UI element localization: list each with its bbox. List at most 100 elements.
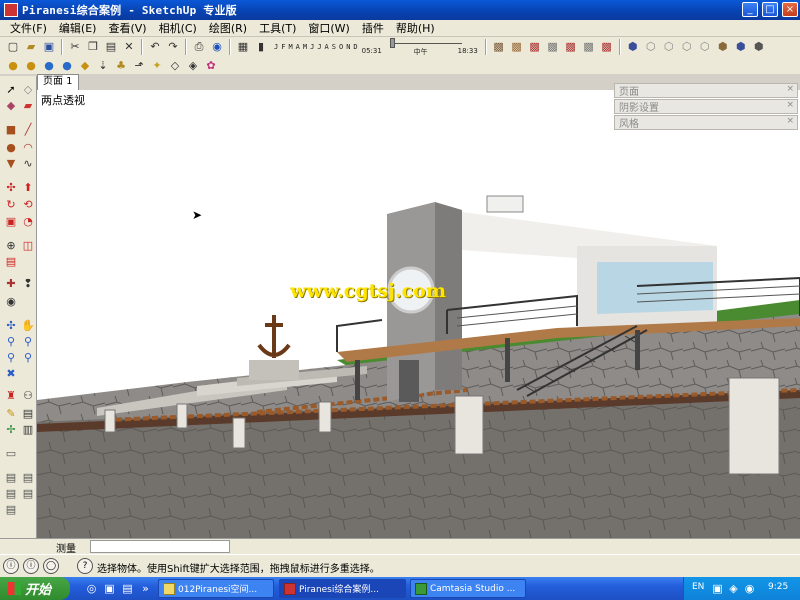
taskbar-item-sketchup[interactable]: Piranesi综合案例... bbox=[279, 579, 406, 598]
volume-icon[interactable]: ◈ bbox=[726, 581, 741, 596]
color-wheel-icon[interactable]: ✿ bbox=[203, 57, 219, 73]
follow-me-icon[interactable]: ⟲ bbox=[20, 197, 36, 213]
gold-icon[interactable]: ● bbox=[5, 57, 21, 73]
close-icon[interactable]: × bbox=[786, 116, 794, 126]
menu-view[interactable]: 查看(V) bbox=[102, 20, 152, 36]
zoom-extents-icon[interactable]: ⚲ bbox=[3, 350, 19, 366]
quicklaunch-expand-icon[interactable]: » bbox=[138, 581, 153, 596]
walk-icon[interactable]: ⚇ bbox=[20, 388, 36, 404]
menu-tools[interactable]: 工具(T) bbox=[253, 20, 302, 36]
display-section-icon[interactable]: ✢ bbox=[3, 422, 19, 438]
shadow-month-scale[interactable]: J F M A M J J A S O N D bbox=[274, 43, 358, 51]
paint-icon[interactable]: ◆ bbox=[3, 98, 19, 114]
outliner-icon[interactable]: ▤ bbox=[3, 470, 19, 486]
select-icon[interactable]: ➚ bbox=[3, 82, 19, 98]
pan-icon[interactable]: ✋ bbox=[20, 318, 36, 334]
sample-texture-icon[interactable]: ▩ bbox=[581, 39, 597, 55]
section-plane-icon[interactable]: ▤ bbox=[20, 406, 36, 422]
textured-icon[interactable]: ⬢ bbox=[715, 39, 731, 55]
taskbar-item-camtasia[interactable]: Camtasia Studio ... bbox=[410, 579, 526, 598]
right-view-icon[interactable]: ⬡ bbox=[679, 39, 695, 55]
user-icon[interactable]: ◯ bbox=[43, 558, 59, 574]
gold-icon[interactable]: ● bbox=[23, 57, 39, 73]
move-icon[interactable]: ✣ bbox=[3, 180, 19, 196]
iso-view-icon[interactable]: ⬢ bbox=[625, 39, 641, 55]
tray-panel-scenes[interactable]: 页面 × bbox=[614, 83, 798, 98]
text-icon[interactable]: ❢ bbox=[20, 276, 36, 292]
eraser-icon[interactable]: ▰ bbox=[20, 98, 36, 114]
outliner-icon[interactable]: ▤ bbox=[20, 470, 36, 486]
undo-icon[interactable]: ↶ bbox=[147, 39, 163, 55]
close-icon[interactable]: × bbox=[786, 100, 794, 110]
copy-icon[interactable]: ❐ bbox=[85, 39, 101, 55]
star-icon[interactable]: ✦ bbox=[149, 57, 165, 73]
measurements-input[interactable] bbox=[90, 540, 230, 553]
menu-help[interactable]: 帮助(H) bbox=[390, 20, 441, 36]
group-icon[interactable]: ▤ bbox=[3, 486, 19, 502]
credits-icon[interactable]: ⓘ bbox=[23, 558, 39, 574]
tag-icon[interactable]: ◆ bbox=[77, 57, 93, 73]
new-icon[interactable]: ▢ bbox=[5, 39, 21, 55]
group-icon[interactable]: ▤ bbox=[20, 486, 36, 502]
menu-file[interactable]: 文件(F) bbox=[4, 20, 53, 36]
ie-icon[interactable]: ◎ bbox=[84, 581, 99, 596]
line-icon[interactable]: ╱ bbox=[20, 122, 36, 138]
taskbar-item-folder[interactable]: 012Piranesi空间... bbox=[158, 579, 274, 598]
axes-icon[interactable]: ✚ bbox=[3, 276, 19, 292]
tape-icon[interactable]: ⊕ bbox=[3, 238, 19, 254]
cut-icon[interactable]: ✂ bbox=[67, 39, 83, 55]
offset-icon[interactable]: ◔ bbox=[20, 214, 36, 230]
shaded-icon[interactable]: ⬢ bbox=[751, 39, 767, 55]
model-viewport[interactable]: 两点透视 www.cgtsj.com ➤ bbox=[37, 90, 800, 538]
polygon-icon[interactable]: ▼ bbox=[3, 156, 19, 172]
language-indicator[interactable]: EN bbox=[692, 582, 704, 592]
redo-icon[interactable]: ↷ bbox=[165, 39, 181, 55]
menu-window[interactable]: 窗口(W) bbox=[302, 20, 355, 36]
sketchup-app-icon[interactable] bbox=[4, 3, 18, 17]
print-icon[interactable]: ⎙ bbox=[191, 39, 207, 55]
desktop-icon[interactable]: ▤ bbox=[120, 581, 135, 596]
tray-panel-shadows[interactable]: 阴影设置 × bbox=[614, 99, 798, 114]
time-slider[interactable] bbox=[389, 37, 462, 48]
dropper-icon[interactable]: ⇣ bbox=[95, 57, 111, 73]
minimize-button[interactable]: _ bbox=[742, 2, 758, 17]
close-button[interactable]: × bbox=[782, 2, 798, 17]
push-pull-icon[interactable]: ⬆ bbox=[20, 180, 36, 196]
look-around-icon[interactable]: ✎ bbox=[3, 406, 19, 422]
previous-view-icon[interactable]: ⚲ bbox=[20, 350, 36, 366]
model-info-icon[interactable]: ◉ bbox=[209, 39, 225, 55]
close-icon[interactable]: × bbox=[786, 84, 794, 94]
texture-settings-icon[interactable]: ▩ bbox=[599, 39, 615, 55]
rhombus-icon[interactable]: ◈ bbox=[185, 57, 201, 73]
blue-globe-icon[interactable]: ● bbox=[59, 57, 75, 73]
position-camera-icon[interactable]: ♜ bbox=[3, 388, 19, 404]
open-icon[interactable]: ▰ bbox=[23, 39, 39, 55]
next-view-icon[interactable]: ✖ bbox=[3, 366, 19, 382]
start-button[interactable]: 开始 bbox=[0, 577, 70, 600]
menu-plugins[interactable]: 插件 bbox=[356, 20, 390, 36]
time-slider-knob[interactable] bbox=[389, 37, 395, 48]
solid-tools-icon[interactable]: ▤ bbox=[3, 502, 19, 518]
xray-icon[interactable]: ⬡ bbox=[697, 39, 713, 55]
media-icon[interactable]: ▣ bbox=[102, 581, 117, 596]
menu-camera[interactable]: 相机(C) bbox=[153, 20, 203, 36]
arc-icon[interactable]: ◠ bbox=[20, 140, 36, 156]
fog-icon[interactable]: ▮ bbox=[253, 39, 269, 55]
protractor-icon[interactable]: ▤ bbox=[3, 254, 19, 270]
orbit-icon[interactable]: ✣ bbox=[3, 318, 19, 334]
rectangle-icon[interactable]: ■ bbox=[3, 122, 19, 138]
scene-tab[interactable]: 页面 1 bbox=[37, 74, 79, 90]
erase-icon[interactable]: ✕ bbox=[121, 39, 137, 55]
component-icon[interactable]: ▩ bbox=[527, 39, 543, 55]
network-icon[interactable]: ▣ bbox=[710, 581, 725, 596]
diamond-icon[interactable]: ◇ bbox=[167, 57, 183, 73]
front-view-icon[interactable]: ⬡ bbox=[661, 39, 677, 55]
freehand-icon[interactable]: ∿ bbox=[20, 156, 36, 172]
blue-globe-icon[interactable]: ● bbox=[41, 57, 57, 73]
layer-icon[interactable]: ▭ bbox=[3, 446, 19, 462]
shadow-toggle-icon[interactable]: ▦ bbox=[235, 39, 251, 55]
menu-draw[interactable]: 绘图(R) bbox=[203, 20, 253, 36]
zoom-window-icon[interactable]: ⚲ bbox=[20, 334, 36, 350]
make-component-icon[interactable]: ◇ bbox=[20, 82, 36, 98]
save-icon[interactable]: ▣ bbox=[41, 39, 57, 55]
